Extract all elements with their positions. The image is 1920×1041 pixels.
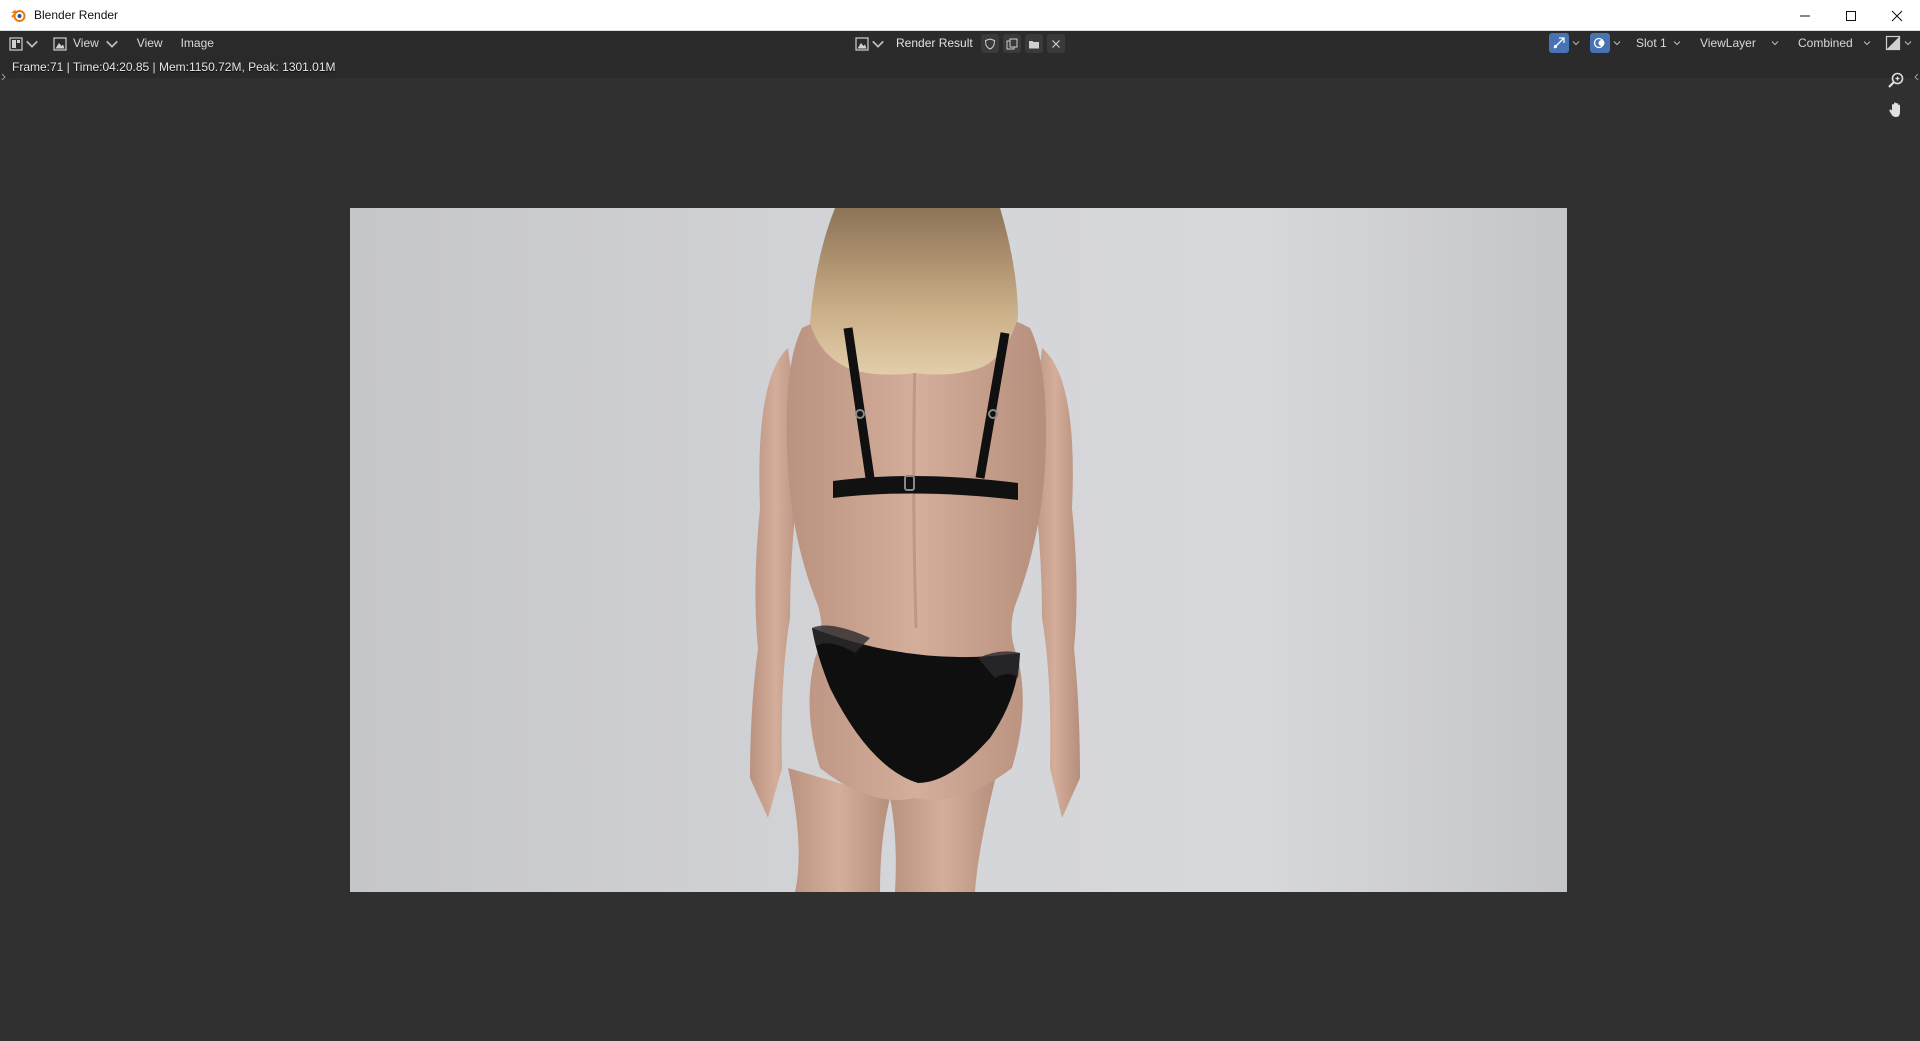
chevron-down-icon: [1771, 41, 1779, 46]
close-icon: [1051, 39, 1060, 48]
zoom-icon: [1888, 72, 1904, 88]
zoom-gizmo[interactable]: [1882, 66, 1910, 94]
render-result-image: [350, 208, 1567, 892]
render-pass-dropdown[interactable]: Combined: [1791, 33, 1877, 53]
editor-type-selector[interactable]: [6, 34, 42, 53]
slot-dropdown[interactable]: Slot 1: [1629, 33, 1687, 53]
view-mode-label: View: [73, 36, 99, 50]
image-editor-header: View View Image Render Result Slot 1 Vie…: [0, 31, 1920, 56]
image-name-field[interactable]: Render Result: [892, 33, 977, 54]
close-icon: [1891, 10, 1903, 21]
window-title: Blender Render: [34, 8, 119, 22]
hand-icon: [1889, 102, 1900, 117]
view-layer-label: ViewLayer: [1700, 36, 1756, 50]
display-channels-dropdown[interactable]: [1883, 33, 1914, 53]
blender-logo-icon: [11, 10, 26, 22]
chevron-down-icon: [1904, 41, 1912, 46]
render-stats-text: Frame:71 | Time:04:20.85 | Mem:1150.72M,…: [12, 60, 336, 74]
gizmo-icon: [1553, 37, 1565, 49]
image-viewport[interactable]: Frame:71 | Time:04:20.85 | Mem:1150.72M,…: [0, 56, 1920, 1041]
chevron-down-icon: [1673, 41, 1681, 46]
chevron-down-icon: [1613, 41, 1621, 46]
duplicate-icon: [1006, 38, 1018, 49]
unlink-image-button[interactable]: [1046, 34, 1065, 53]
pan-gizmo[interactable]: [1882, 96, 1910, 124]
image-datablock-selector: Render Result: [852, 33, 1065, 54]
overlay-toggle[interactable]: [1588, 33, 1623, 53]
chevron-down-icon: [1572, 41, 1580, 46]
sidebar-toggle-icon[interactable]: [1913, 72, 1919, 82]
maximize-icon: [1846, 10, 1856, 21]
open-image-button[interactable]: [1024, 34, 1043, 53]
image-editor-icon: [9, 36, 23, 51]
close-window-button[interactable]: [1874, 0, 1920, 31]
chevron-down-icon: [26, 40, 38, 48]
menu-view[interactable]: View: [128, 33, 172, 54]
view-layer-dropdown[interactable]: ViewLayer: [1693, 33, 1785, 53]
maximize-button[interactable]: [1828, 0, 1874, 31]
chevron-down-icon: [872, 40, 884, 48]
render-result-picture: [350, 208, 1567, 892]
chevron-down-icon: [105, 40, 118, 48]
minimize-icon: [1800, 15, 1810, 16]
overlay-icon: [1593, 37, 1605, 49]
minimize-button[interactable]: [1782, 0, 1828, 31]
chevron-down-icon: [1863, 41, 1871, 46]
view-mode-dropdown[interactable]: View: [50, 34, 122, 53]
image-browse-icon: [53, 36, 67, 51]
new-image-button[interactable]: [1002, 34, 1021, 53]
image-browse-button[interactable]: [852, 34, 888, 53]
slot-label: Slot 1: [1636, 36, 1667, 50]
folder-icon: [1028, 40, 1039, 48]
gizmo-toggle[interactable]: [1547, 33, 1582, 53]
fake-user-button[interactable]: [980, 34, 999, 53]
menu-image[interactable]: Image: [172, 33, 223, 54]
gizmo-toggle-active: [1549, 33, 1569, 53]
display-channels-icon: [1885, 35, 1901, 51]
window-controls: [1782, 0, 1920, 30]
window-titlebar: Blender Render: [0, 0, 1920, 31]
render-pass-label: Combined: [1798, 36, 1853, 50]
toolbar-toggle-icon[interactable]: [1, 72, 7, 82]
image-browse-icon: [855, 36, 869, 51]
overlay-toggle-active: [1590, 33, 1610, 53]
render-stats-bar: Frame:71 | Time:04:20.85 | Mem:1150.72M,…: [0, 56, 1920, 78]
shield-icon: [984, 37, 995, 50]
header-right-controls: Slot 1 ViewLayer Combined: [1547, 33, 1914, 53]
